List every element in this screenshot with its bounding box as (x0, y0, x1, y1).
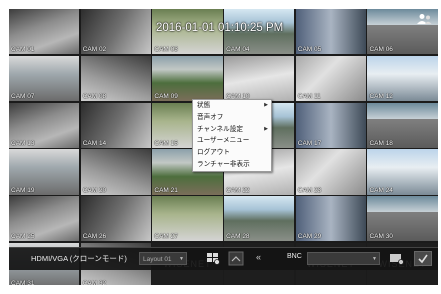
menu-item-label: 音声オフ (197, 113, 224, 121)
menu-item-user-menu[interactable]: ユーザーメニュー (193, 135, 271, 147)
camera-label: CAM 18 (369, 139, 393, 147)
camera-label: CAM 17 (297, 139, 322, 147)
submenu-arrow-icon: ▶ (264, 125, 268, 132)
camera-tile[interactable]: CAM 12 (367, 55, 438, 102)
camera-label: CAM 24 (369, 186, 393, 194)
submenu-arrow-icon: ▶ (264, 102, 268, 108)
camera-label: CAM 12 (369, 93, 393, 101)
user-icon[interactable] (416, 13, 432, 25)
context-menu: 状態 ▶ 音声オフ チャンネル設定 ▶ ユーザーメニュー ログアウト ランチャー非表… (192, 99, 272, 172)
camera-tile[interactable]: CAM 02 (80, 9, 151, 55)
camera-label: CAM 03 (154, 46, 178, 54)
menu-item-label: ログアウト (197, 149, 230, 157)
camera-label: CAM 29 (297, 233, 322, 241)
camera-label: CAM 25 (11, 233, 35, 241)
camera-label: CAM 06 (369, 46, 393, 54)
dropdown-icon: ▼ (372, 256, 377, 262)
camera-tile[interactable]: CAM 23 (295, 149, 366, 195)
camera-tile[interactable]: CAM 24 (367, 149, 438, 195)
menu-item-hide-launcher[interactable]: ランチャー非表示 (193, 159, 271, 171)
screen-icon[interactable] (228, 251, 244, 266)
launcher-bar: HDMI/VGA (クローンモード) Layout 01 ▼ « BNC ▼ (9, 247, 438, 270)
camera-label: CAM 13 (11, 139, 35, 147)
camera-label: CAM 07 (11, 93, 35, 101)
camera-label: CAM 32 (82, 280, 107, 285)
camera-tile[interactable]: CAM 10 (224, 55, 295, 102)
camera-tile[interactable]: CAM 26 (80, 196, 151, 242)
menu-item-audio-off[interactable]: 音声オフ (193, 112, 271, 124)
menu-item-status[interactable]: 状態 ▶ (193, 100, 271, 112)
camera-tile[interactable]: CAM 27 (152, 196, 223, 242)
camera-tile[interactable]: CAM 01 (9, 9, 80, 55)
camera-label: CAM 20 (82, 186, 107, 194)
collapse-button[interactable]: « (256, 252, 261, 262)
camera-label: CAM 31 (11, 280, 35, 285)
check-icon (418, 254, 428, 264)
nvr-live-screen: CAM 01 CAM 02 CAM 03 CAM 04 CAM 05 CAM 06 CAM … (9, 9, 438, 285)
camera-label: CAM 26 (82, 233, 107, 241)
bnc-settings-icon[interactable] (389, 251, 405, 266)
camera-tile[interactable]: CAM 19 (9, 149, 80, 195)
camera-label: CAM 30 (369, 233, 393, 241)
camera-tile[interactable]: CAM 05 (295, 9, 366, 55)
camera-label: CAM 09 (154, 93, 178, 101)
menu-item-label: ランチャー非表示 (197, 160, 250, 168)
menu-item-logout[interactable]: ログアウト (193, 147, 271, 159)
layout-icon[interactable] (205, 251, 221, 266)
menu-item-channel-settings[interactable]: チャンネル設定 ▶ (193, 124, 271, 136)
camera-label: CAM 04 (226, 46, 250, 54)
camera-label: CAM 14 (82, 139, 107, 147)
menu-item-label: チャンネル設定 (197, 125, 243, 133)
camera-label: CAM 02 (82, 46, 107, 54)
bnc-select[interactable]: ▼ (307, 252, 380, 265)
camera-tile[interactable]: CAM 20 (80, 149, 151, 195)
camera-tile[interactable]: CAM 29 (295, 196, 366, 242)
camera-tile[interactable]: CAM 08 (80, 55, 151, 102)
camera-tile[interactable]: CAM 07 (9, 55, 80, 102)
dropdown-icon: ▼ (179, 256, 184, 262)
camera-label: CAM 08 (82, 93, 107, 101)
camera-label: CAM 01 (11, 46, 35, 54)
camera-tile[interactable]: CAM 09 (152, 55, 223, 102)
menu-item-label: ユーザーメニュー (197, 137, 250, 145)
timestamp-overlay: 2016-01-01 01:10:25 PM (156, 22, 284, 34)
confirm-button[interactable] (414, 251, 432, 266)
camera-label: CAM 11 (297, 93, 321, 101)
camera-label: CAM 23 (297, 186, 322, 194)
camera-tile[interactable]: CAM 30 (367, 196, 438, 242)
camera-tile[interactable]: CAM 18 (367, 102, 438, 148)
camera-label: CAM 05 (297, 46, 322, 54)
camera-label: CAM 28 (226, 233, 250, 241)
output-mode-label: HDMI/VGA (クローンモード) (31, 254, 127, 263)
layout-select-value: Layout 01 (143, 256, 172, 263)
camera-label: CAM 15 (154, 139, 178, 147)
camera-tile[interactable]: CAM 28 (224, 196, 295, 242)
layout-select[interactable]: Layout 01 ▼ (139, 252, 187, 265)
camera-tile[interactable]: CAM 25 (9, 196, 80, 242)
camera-label: CAM 22 (226, 186, 250, 194)
camera-label: CAM 27 (154, 233, 178, 241)
camera-label: CAM 19 (11, 186, 35, 194)
camera-tile[interactable]: CAM 17 (295, 102, 366, 148)
menu-item-label: 状態 (197, 102, 211, 109)
camera-label: CAM 21 (154, 186, 178, 194)
camera-tile[interactable]: CAM 13 (9, 102, 80, 148)
bnc-label: BNC (287, 253, 302, 260)
camera-tile[interactable]: CAM 11 (295, 55, 366, 102)
camera-tile[interactable]: CAM 14 (80, 102, 151, 148)
